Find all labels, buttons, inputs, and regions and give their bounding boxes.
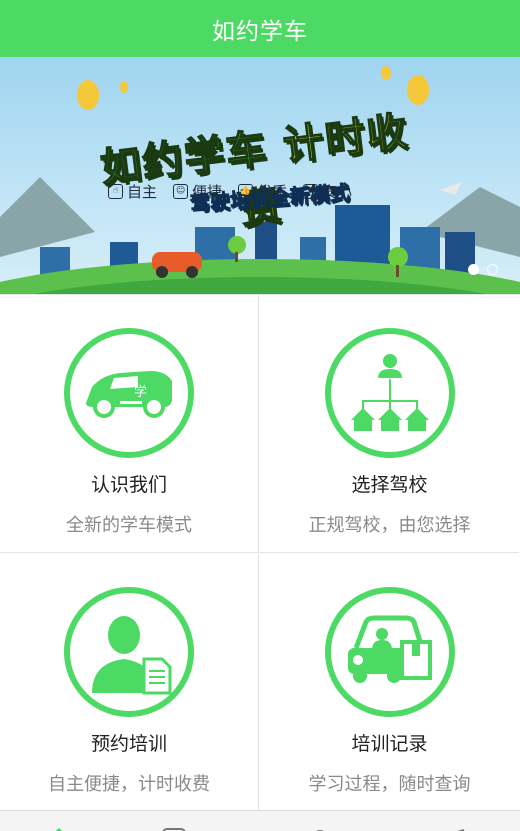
bottom-tab-bar: [0, 810, 520, 831]
driver-records-icon: [324, 587, 455, 717]
menu-card-book-training[interactable]: 预约培训 自主便捷，计时收费: [0, 554, 259, 812]
school-network-icon: [324, 328, 455, 458]
carousel-dot-active[interactable]: [468, 264, 479, 275]
smile-icon: ☺: [173, 184, 189, 199]
feature-label: 自主: [127, 183, 158, 201]
card-subtitle: 自主便捷，计时收费: [48, 774, 210, 795]
card-subtitle: 全新的学车模式: [66, 515, 192, 536]
hand-icon: ☝: [108, 184, 123, 199]
car-label: 学: [134, 384, 147, 400]
carousel-indicator: [468, 264, 498, 275]
promo-banner[interactable]: 如约学车 计时收费 驾驶培训全新模式 ☝ 自主 ☺ 便捷 👍 优质 ♥ 安心: [0, 57, 520, 294]
edit-icon[interactable]: [440, 823, 466, 831]
card-title: 认识我们: [90, 474, 167, 496]
menu-grid: 学 认识我们 全新的学车模式 选择驾校 正规驾校，由您选择 预约培训 自主便捷，…: [0, 294, 520, 812]
feature-autonomy: ☝ 自主: [108, 181, 157, 202]
carousel-dot[interactable]: [487, 264, 498, 275]
card-title: 选择驾校: [351, 474, 428, 496]
card-subtitle: 学习过程，随时查询: [308, 774, 471, 795]
app-header: 如约学车: [0, 0, 520, 57]
page-title: 如约学车: [212, 18, 308, 45]
thumbs-up-icon: 👍: [238, 184, 254, 199]
feature-convenience: ☺ 便捷: [173, 181, 222, 202]
car-icon: 学: [64, 328, 194, 458]
feature-label: 安心: [322, 183, 353, 201]
feature-label: 优质: [257, 183, 288, 201]
heart-icon: ♥: [303, 184, 319, 199]
feature-peace-of-mind: ♥ 安心: [303, 181, 352, 202]
feature-quality: 👍 优质: [238, 181, 287, 202]
menu-card-choose-school[interactable]: 选择驾校 正规驾校，由您选择: [260, 295, 519, 553]
profile-icon[interactable]: [310, 823, 330, 831]
message-icon[interactable]: [162, 823, 186, 831]
user-document-icon: [64, 587, 194, 717]
card-title: 预约培训: [90, 733, 167, 755]
card-subtitle: 正规驾校，由您选择: [308, 515, 471, 536]
banner-feature-list: ☝ 自主 ☺ 便捷 👍 优质 ♥ 安心: [108, 181, 352, 202]
home-icon[interactable]: [48, 823, 70, 831]
feature-label: 便捷: [192, 183, 223, 201]
menu-card-about-us[interactable]: 学 认识我们 全新的学车模式: [0, 295, 259, 553]
menu-card-training-records[interactable]: 培训记录 学习过程，随时查询: [260, 554, 519, 812]
card-title: 培训记录: [351, 733, 428, 755]
